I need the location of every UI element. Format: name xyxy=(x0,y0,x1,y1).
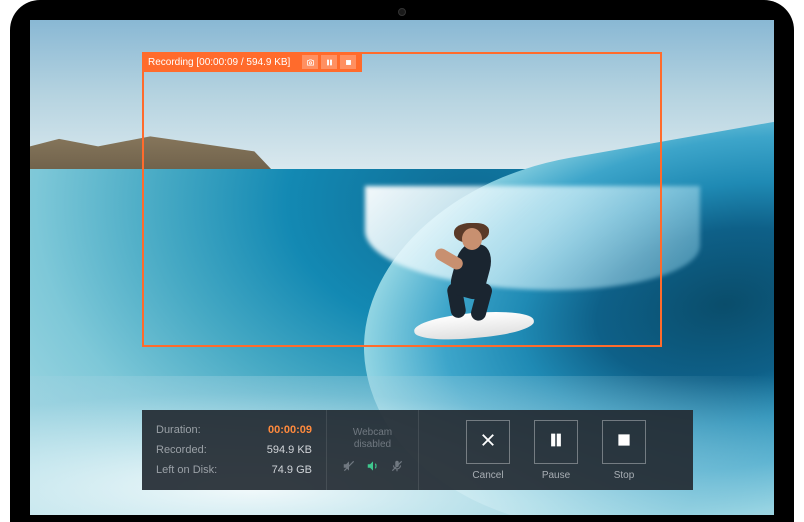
recorded-label: Recorded: xyxy=(156,441,207,459)
pause-icon xyxy=(325,55,334,70)
stop-icon xyxy=(344,55,353,70)
screen-content: Recording [00:00:09 / 594.9 KB] xyxy=(30,20,774,515)
pause-icon xyxy=(547,431,565,452)
laptop-camera xyxy=(398,8,406,16)
webcam-status-text: Webcam disabled xyxy=(353,427,392,451)
action-buttons-column: Cancel Pause Stop xyxy=(419,410,693,490)
header-pause-button[interactable] xyxy=(321,55,337,69)
cancel-action: Cancel xyxy=(466,420,510,481)
stop-button[interactable] xyxy=(602,420,646,464)
left-on-disk-value: 74.9 GB xyxy=(272,461,312,479)
stop-label: Stop xyxy=(614,470,635,481)
duration-row: Duration: 00:00:09 xyxy=(156,421,312,439)
capture-header-buttons xyxy=(302,55,356,69)
laptop-frame: Recording [00:00:09 / 594.9 KB] xyxy=(10,0,794,522)
recorded-value: 594.9 KB xyxy=(267,441,312,459)
header-stop-button[interactable] xyxy=(340,55,356,69)
cancel-button[interactable] xyxy=(466,420,510,464)
webcam-column: Webcam disabled xyxy=(327,410,419,490)
capture-region-frame[interactable]: Recording [00:00:09 / 594.9 KB] xyxy=(142,52,662,347)
screenshot-button[interactable] xyxy=(302,55,318,69)
left-on-disk-label: Left on Disk: xyxy=(156,461,217,479)
system-audio-muted-icon[interactable] xyxy=(341,459,356,474)
duration-value: 00:00:09 xyxy=(268,421,312,439)
close-icon xyxy=(479,431,497,452)
pause-label: Pause xyxy=(542,470,570,481)
recording-status-text: Recording [00:00:09 / 594.9 KB] xyxy=(148,57,290,68)
webcam-line1: Webcam xyxy=(353,427,392,439)
left-on-disk-row: Left on Disk: 74.9 GB xyxy=(156,461,312,479)
recorded-row: Recorded: 594.9 KB xyxy=(156,441,312,459)
recording-info-column: Duration: 00:00:09 Recorded: 594.9 KB Le… xyxy=(142,410,327,490)
mic-muted-icon[interactable] xyxy=(389,459,404,474)
capture-header-bar[interactable]: Recording [00:00:09 / 594.9 KB] xyxy=(142,52,362,72)
control-panel: Duration: 00:00:09 Recorded: 594.9 KB Le… xyxy=(142,410,693,490)
pause-action: Pause xyxy=(534,420,578,481)
webcam-line2: disabled xyxy=(353,439,392,451)
stop-action: Stop xyxy=(602,420,646,481)
stop-icon xyxy=(615,431,633,452)
audio-icons-row xyxy=(341,459,404,474)
duration-label: Duration: xyxy=(156,421,201,439)
speaker-on-icon[interactable] xyxy=(365,459,380,474)
cancel-label: Cancel xyxy=(472,470,503,481)
pause-button[interactable] xyxy=(534,420,578,464)
camera-icon xyxy=(306,55,315,70)
